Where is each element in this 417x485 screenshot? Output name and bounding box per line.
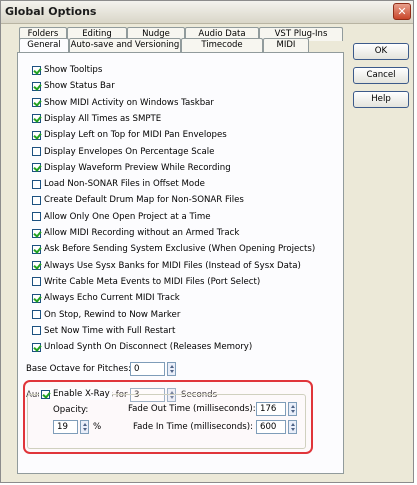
enable-xray-label: Enable X-Ray [53,389,110,399]
option-label: Set Now Time with Full Restart [44,325,176,336]
option-row[interactable]: Show Status Bar [32,80,115,92]
option-row[interactable]: Ask Before Sending System Exclusive (Whe… [32,243,315,255]
option-row[interactable]: Allow Only One Open Project at a Time [32,211,211,223]
tab-general[interactable]: General [19,38,69,53]
option-row[interactable]: Display Waveform Preview While Recording [32,162,231,174]
help-button[interactable]: Help [353,91,409,108]
fade-out-input[interactable]: 176 [256,402,286,416]
checkbox-unchecked-icon[interactable] [32,147,41,156]
option-row[interactable]: Show Tooltips [32,64,102,76]
option-row[interactable]: On Stop, Rewind to Now Marker [32,309,180,321]
checkbox-unchecked-icon[interactable] [32,310,41,319]
option-row[interactable]: Display All Times as SMPTE [32,113,161,125]
checkbox-unchecked-icon[interactable] [32,179,41,189]
enable-xray-checkbox[interactable]: Enable X-Ray [39,388,112,400]
option-label: Always Use Sysx Banks for MIDI Files (In… [44,260,301,271]
window-title: Global Options [5,5,97,18]
option-row[interactable]: Show MIDI Activity on Windows Taskbar [32,97,214,109]
checkbox-checked-icon[interactable] [32,130,41,140]
title-bar: Global Options ✕ [1,1,413,24]
close-icon: ✕ [397,5,407,18]
option-row[interactable]: Write Cable Meta Events to MIDI Files (P… [32,276,260,288]
enable-xray-check-icon [41,389,50,399]
fade-out-spinner[interactable] [288,402,297,416]
checkbox-checked-icon[interactable] [32,261,41,271]
base-octave-spinner[interactable] [167,362,176,376]
option-row[interactable]: Display Envelopes On Percentage Scale [32,146,214,158]
option-row[interactable]: Always Echo Current MIDI Track [32,292,180,304]
checkbox-unchecked-icon[interactable] [32,212,41,222]
option-label: Always Echo Current MIDI Track [44,293,180,304]
checkbox-unchecked-icon[interactable] [32,195,41,205]
tab-auto-save-versioning[interactable]: Auto-save and Versioning [69,38,181,52]
option-row[interactable]: Set Now Time with Full Restart [32,325,175,337]
option-row[interactable]: Display Left on Top for MIDI Pan Envelop… [32,129,227,141]
checkbox-checked-icon[interactable] [32,244,41,254]
opacity-input[interactable]: 19 [53,420,78,434]
opacity-label: Opacity: [53,405,89,415]
base-octave-label: Base Octave for Pitches: [26,364,132,374]
global-options-dialog: Global Options ✕ Folders Editing Nudge A… [0,0,414,483]
option-label: Display Left on Top for MIDI Pan Envelop… [44,130,227,141]
checkbox-checked-icon[interactable] [32,342,41,352]
option-label: Write Cable Meta Events to MIDI Files (P… [44,276,261,287]
option-row[interactable]: Always Use Sysx Banks for MIDI Files (In… [32,260,301,272]
option-label: Allow Only One Open Project at a Time [44,211,211,222]
base-octave-input[interactable]: 0 [130,362,165,376]
checkbox-checked-icon[interactable] [32,114,41,124]
checkbox-unchecked-icon[interactable] [32,277,41,287]
fade-out-label: Fade Out Time (milliseconds): [128,404,256,414]
option-label: Ask Before Sending System Exclusive (Whe… [44,244,316,255]
checkbox-checked-icon[interactable] [32,65,41,75]
checkbox-checked-icon[interactable] [32,163,41,173]
checkbox-checked-icon[interactable] [32,98,41,108]
checkbox-checked-icon[interactable] [32,81,41,91]
option-row[interactable]: Unload Synth On Disconnect (Releases Mem… [32,341,252,353]
option-label: Show Status Bar [44,81,115,92]
tab-timecode[interactable]: Timecode [181,38,263,52]
option-label: On Stop, Rewind to Now Marker [44,309,181,320]
checkbox-checked-icon[interactable] [32,293,41,303]
option-label: Display All Times as SMPTE [44,113,162,124]
option-row[interactable]: Create Default Drum Map for Non-SONAR Fi… [32,194,244,206]
option-row[interactable]: Allow MIDI Recording without an Armed Tr… [32,227,239,239]
option-label: Display Envelopes On Percentage Scale [44,146,215,157]
option-label: Allow MIDI Recording without an Armed Tr… [44,228,240,238]
option-label: Load Non-SONAR Files in Offset Mode [44,179,205,190]
option-label: Show MIDI Activity on Windows Taskbar [44,97,214,108]
option-label: Show Tooltips [44,65,103,75]
close-button[interactable]: ✕ [393,3,411,20]
tab-row-front: General Auto-save and Versioning Timecod… [19,38,309,53]
option-row[interactable]: Load Non-SONAR Files in Offset Mode [32,178,205,190]
tab-midi[interactable]: MIDI [263,38,309,52]
checkbox-unchecked-icon[interactable] [32,326,41,336]
option-label: Create Default Drum Map for Non-SONAR Fi… [44,195,244,206]
fade-in-input[interactable]: 600 [256,420,286,434]
fade-in-label: Fade In Time (milliseconds): [133,422,254,432]
option-label: Unload Synth On Disconnect (Releases Mem… [44,342,253,353]
option-label: Display Waveform Preview While Recording [44,162,231,173]
cancel-button[interactable]: Cancel [353,67,409,84]
opacity-unit: % [93,422,102,432]
fade-in-spinner[interactable] [288,420,297,434]
opacity-spinner[interactable] [80,420,89,434]
ok-button[interactable]: OK [353,43,409,60]
checkbox-checked-icon[interactable] [32,228,41,238]
